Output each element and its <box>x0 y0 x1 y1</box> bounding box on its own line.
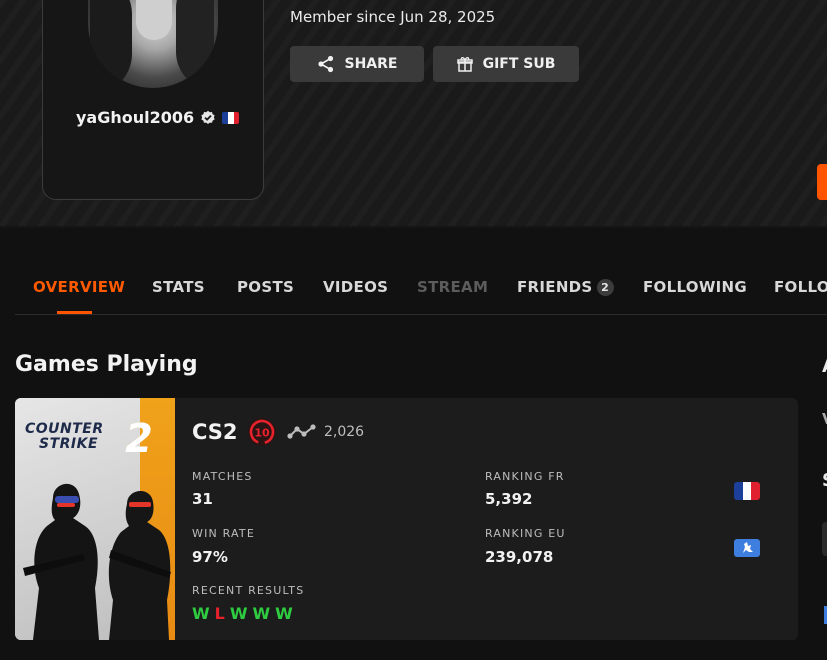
tab-posts[interactable]: POSTS <box>237 278 294 296</box>
flag-stripe-red <box>233 111 240 124</box>
banner-divider <box>0 226 827 228</box>
cover-number: 2 <box>125 416 153 462</box>
avatar-hair-right <box>176 0 214 88</box>
game-name: CS2 <box>192 420 238 444</box>
skill-level-value: 10 <box>254 427 270 440</box>
result-1: W <box>192 604 210 623</box>
sidebar-button-partial[interactable] <box>822 522 827 556</box>
ranking-region-value: 239,078 <box>485 548 554 566</box>
share-label: SHARE <box>344 56 398 72</box>
ranking-region-map-icon <box>734 539 760 557</box>
sidebar-text-partial: V <box>822 410 827 428</box>
tab-friends[interactable]: FRIENDS 2 <box>517 278 614 296</box>
game-card[interactable]: COUNTER STRIKE 2 CS2 10 2,026 MATCHES 31… <box>15 398 798 640</box>
cover-title-line1: COUNTER <box>25 421 104 437</box>
avatar-face <box>136 0 172 40</box>
recent-results: W L W W W <box>192 604 293 623</box>
win-rate-label: WIN RATE <box>192 527 255 540</box>
username-row: yaGhoul2006 <box>76 108 240 127</box>
result-5: W <box>275 604 293 623</box>
ranking-country-value: 5,392 <box>485 490 533 508</box>
result-2: L <box>214 604 225 623</box>
ranking-country-flag-icon <box>734 482 760 500</box>
tab-stream[interactable]: STREAM <box>417 278 488 296</box>
friends-count-badge: 2 <box>596 279 614 296</box>
sidebar-heading-partial: A <box>822 356 827 377</box>
flag-stripe-red <box>751 482 760 500</box>
profile-tabs: OVERVIEW STATS POSTS VIDEOS STREAM FRIEN… <box>15 268 827 315</box>
result-3: W <box>229 604 248 623</box>
cover-title-line2: STRIKE <box>39 436 99 452</box>
elo-value: 2,026 <box>324 424 365 440</box>
flag-stripe-white <box>742 482 752 500</box>
share-icon <box>317 55 333 73</box>
cover-title: COUNTER STRIKE <box>25 422 104 452</box>
tab-friends-label: FRIENDS <box>517 278 593 296</box>
flag-stripe-blue <box>734 482 743 500</box>
result-4: W <box>252 604 271 623</box>
matches-value: 31 <box>192 490 213 508</box>
matches-label: MATCHES <box>192 470 253 483</box>
tab-overview[interactable]: OVERVIEW <box>33 278 125 296</box>
games-section-title: Games Playing <box>15 352 198 377</box>
game-cover-image: COUNTER STRIKE 2 <box>15 398 175 640</box>
primary-action-button-edge[interactable] <box>817 164 827 200</box>
avatar[interactable] <box>88 0 218 88</box>
tab-following[interactable]: FOLLOWING <box>643 278 747 296</box>
cover-soldier-right <box>108 490 171 640</box>
tab-followers[interactable]: FOLLO <box>774 278 827 296</box>
sidebar-subheading-partial: S <box>822 470 827 491</box>
member-since: Member since Jun 28, 2025 <box>290 8 496 26</box>
skill-level-badge: 10 <box>248 418 276 446</box>
france-flag-icon <box>222 111 240 124</box>
avatar-hair-left <box>90 0 132 88</box>
username: yaGhoul2006 <box>76 108 195 127</box>
win-rate-value: 97% <box>192 548 228 566</box>
verified-icon <box>200 110 216 126</box>
gift-icon <box>456 57 473 72</box>
gift-sub-label: GIFT SUB <box>482 56 556 72</box>
gift-sub-button[interactable]: GIFT SUB <box>433 46 579 82</box>
ranking-region-label: RANKING EU <box>485 527 566 540</box>
share-button[interactable]: SHARE <box>290 46 424 82</box>
tab-videos[interactable]: VIDEOS <box>323 278 388 296</box>
elo-graph-icon <box>287 424 316 439</box>
ranking-country-label: RANKING FR <box>485 470 565 483</box>
recent-results-label: RECENT RESULTS <box>192 584 305 597</box>
active-tab-indicator <box>57 311 92 314</box>
tab-stats[interactable]: STATS <box>152 278 205 296</box>
cover-soldier-left <box>23 483 99 640</box>
